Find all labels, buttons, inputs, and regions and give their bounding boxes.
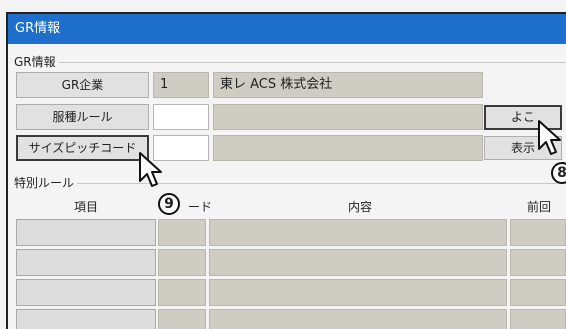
gr-company-name-field: 東レ ACS 株式会社 bbox=[213, 72, 483, 98]
table-cell-code[interactable] bbox=[158, 219, 206, 246]
table-cell-code[interactable] bbox=[158, 309, 206, 329]
table-cell-content[interactable] bbox=[209, 249, 507, 276]
size-pitch-name-field bbox=[213, 135, 483, 161]
gr-group-border bbox=[52, 62, 566, 63]
title-bar: GR情報 bbox=[8, 14, 566, 44]
gr-group-label: GR情報 bbox=[14, 53, 59, 70]
table-cell-prev[interactable] bbox=[510, 249, 566, 276]
table-cell-item[interactable] bbox=[16, 249, 156, 276]
gr-info-window: GR情報 GR情報 GR企業 1 東レ ACS 株式会社 服種ルール よこ サイ… bbox=[0, 0, 566, 329]
table-cell-prev[interactable] bbox=[510, 279, 566, 306]
column-header-item: 項目 bbox=[73, 200, 98, 214]
table-cell-item[interactable] bbox=[16, 309, 156, 329]
table-cell-prev[interactable] bbox=[510, 219, 566, 246]
window-title: GR情報 bbox=[15, 21, 61, 36]
table-cell-code[interactable] bbox=[158, 279, 206, 306]
table-cell-item[interactable] bbox=[16, 279, 156, 306]
table-cell-content[interactable] bbox=[209, 219, 507, 246]
gr-company-label: GR企業 bbox=[16, 72, 149, 98]
mouse-cursor-icon bbox=[537, 119, 563, 159]
table-cell-prev[interactable] bbox=[510, 309, 566, 329]
mouse-cursor-icon bbox=[138, 151, 164, 191]
step-marker-nine: 9 bbox=[158, 193, 180, 215]
clothing-rule-code-input[interactable] bbox=[153, 104, 209, 130]
column-header-prev: 前回 bbox=[526, 200, 551, 214]
special-rules-group-label: 特別ルール bbox=[14, 174, 78, 191]
gr-company-code-field: 1 bbox=[153, 72, 209, 98]
table-cell-code[interactable] bbox=[158, 249, 206, 276]
clothing-rule-name-field bbox=[213, 104, 483, 130]
table-cell-content[interactable] bbox=[209, 309, 507, 329]
step-marker-eight: 8 bbox=[551, 162, 566, 184]
table-cell-item[interactable] bbox=[16, 219, 156, 246]
table-cell-content[interactable] bbox=[209, 279, 507, 306]
column-header-content: 内容 bbox=[347, 200, 372, 214]
size-pitch-code-button[interactable]: サイズピッチコード bbox=[16, 135, 149, 161]
clothing-rule-label: 服種ルール bbox=[16, 104, 149, 130]
